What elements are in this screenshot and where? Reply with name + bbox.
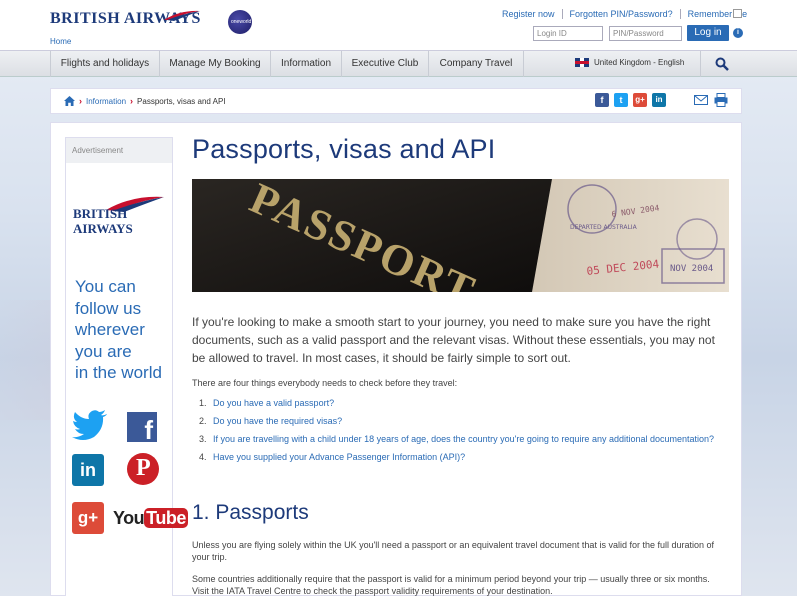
locale-label: United Kingdom - English <box>594 58 685 67</box>
ad-logo-line2: AIRWAYS <box>73 221 133 236</box>
breadcrumb: › Information › Passports, visas and API <box>64 96 226 106</box>
ad-logo-line1: BRITISH <box>73 206 128 221</box>
intro-paragraph: If you're looking to make a smooth start… <box>192 315 715 365</box>
ad-header: Advertisement <box>66 138 172 163</box>
facebook-icon[interactable]: f <box>127 412 157 445</box>
search-button[interactable] <box>700 51 742 77</box>
oneworld-logo[interactable]: oneworld <box>228 10 252 34</box>
content-panel: Advertisement BRITISH AIRWAYS You can fo… <box>50 122 742 596</box>
google-plus-icon[interactable]: g+ <box>633 93 647 107</box>
ba-logo[interactable]: BRITISH AIRWAYS <box>50 10 201 28</box>
facebook-icon[interactable]: f <box>595 93 609 107</box>
uk-flag-icon <box>575 58 589 67</box>
passports-paragraph-1: Unless you are flying solely within the … <box>192 540 715 562</box>
twitter-icon[interactable]: t <box>614 93 628 107</box>
check-link-passport[interactable]: Do you have a valid passport? <box>213 398 334 408</box>
nav-information[interactable]: Information <box>271 51 342 77</box>
youtube-you: You <box>113 508 145 528</box>
check-link-visas[interactable]: Do you have the required visas? <box>213 416 342 426</box>
passport-photo: 6 NOV 2004 05 DEC 2004 DEPARTED AUSTRALI… <box>192 179 729 292</box>
locale-selector[interactable]: United Kingdom - English <box>575 58 684 67</box>
nav-executive-club[interactable]: Executive Club <box>342 51 429 77</box>
ad-tagline-line: You can <box>75 277 136 296</box>
list-item: 3. If you are travelling with a child und… <box>199 434 715 444</box>
section-heading-passports: 1. Passports <box>192 501 309 524</box>
remember-me-checkbox[interactable] <box>733 9 742 18</box>
breadcrumb-bar: › Information › Passports, visas and API… <box>50 88 742 114</box>
google-plus-icon[interactable]: g+ <box>72 502 104 534</box>
utility-buttons <box>694 93 728 107</box>
hero-image: 6 NOV 2004 05 DEC 2004 DEPARTED AUSTRALI… <box>192 179 729 292</box>
stamp-date-3: NOV 2004 <box>670 264 713 274</box>
forgot-pin-link[interactable]: Forgotten PIN/Password? <box>563 9 681 19</box>
ad-tagline-line: in the world <box>75 363 162 382</box>
main-nav: Flights and holidays Manage My Booking I… <box>0 50 797 77</box>
search-icon <box>715 57 729 71</box>
ad-tagline: You can follow us wherever you are in th… <box>75 276 162 384</box>
login-button[interactable]: Log in <box>687 25 729 41</box>
page-title: Passports, visas and API <box>192 134 496 164</box>
info-icon[interactable]: i <box>733 28 743 38</box>
twitter-bird-icon[interactable] <box>72 410 108 440</box>
breadcrumb-current: Passports, visas and API <box>137 96 226 106</box>
email-icon[interactable] <box>694 93 708 107</box>
ad-tagline-line: follow us <box>75 298 142 318</box>
nav-manage-booking[interactable]: Manage My Booking <box>160 51 271 77</box>
stamp-departed: DEPARTED AUSTRALIA <box>570 224 638 231</box>
list-item: 2. Do you have the required visas? <box>199 416 343 426</box>
pinterest-icon[interactable]: P <box>127 453 159 485</box>
breadcrumb-information[interactable]: Information <box>86 97 126 106</box>
checklist-intro: There are four things everybody needs to… <box>192 378 458 388</box>
youtube-icon[interactable]: You Tube <box>113 508 188 529</box>
speedmarque-icon <box>164 10 200 21</box>
ad-tagline-line: you are <box>75 341 132 361</box>
register-link[interactable]: Register now <box>495 9 563 19</box>
top-links: Register now Forgotten PIN/Password? Rem… <box>495 9 751 19</box>
share-buttons: f t g+ in <box>595 93 666 107</box>
nav-flights-holidays[interactable]: Flights and holidays <box>50 51 160 77</box>
print-icon[interactable] <box>714 93 728 107</box>
linkedin-icon[interactable]: in <box>652 93 666 107</box>
list-item: 4. Have you supplied your Advance Passeng… <box>199 452 466 462</box>
nav-company-travel[interactable]: Company Travel <box>429 51 524 77</box>
chevron-right-icon: › <box>79 96 82 106</box>
check-link-api[interactable]: Have you supplied your Advance Passenger… <box>213 452 465 462</box>
chevron-right-icon: › <box>130 96 134 106</box>
login-id-input[interactable]: Login ID <box>533 26 603 41</box>
ad-logo: BRITISH AIRWAYS <box>73 206 133 236</box>
advertisement[interactable]: Advertisement BRITISH AIRWAYS You can fo… <box>65 137 188 596</box>
youtube-tube: Tube <box>144 508 188 528</box>
home-link[interactable]: Home <box>50 37 71 46</box>
check-link-child[interactable]: If you are travelling with a child under… <box>213 434 714 444</box>
home-icon[interactable] <box>64 96 75 106</box>
ad-tagline-line: wherever <box>75 320 145 339</box>
oneworld-text: oneworld <box>231 19 252 25</box>
passports-paragraph-2: Some countries additionally require that… <box>192 574 710 596</box>
pin-password-input[interactable]: PIN/Password <box>609 26 682 41</box>
checklist: 1. Do you have a valid passport? 2. Do you… <box>199 398 719 463</box>
linkedin-icon[interactable]: in <box>72 454 104 486</box>
list-item: 1. Do you have a valid passport? <box>199 398 335 408</box>
header: BRITISH AIRWAYS Home oneworld Register n… <box>0 0 797 50</box>
